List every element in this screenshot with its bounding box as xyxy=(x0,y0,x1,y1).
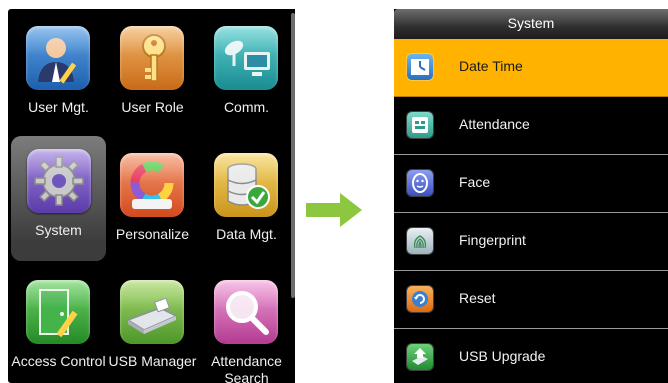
usb-upgrade-icon xyxy=(407,344,433,370)
main-menu-screen: User Mgt. User Role Comm. System Persona… xyxy=(8,9,295,383)
tile-access-control[interactable]: Access Control xyxy=(11,267,106,383)
user-icon xyxy=(26,26,90,90)
tile-data-mgt[interactable]: Data Mgt. xyxy=(199,140,294,260)
menu-item-usb-upgrade[interactable]: USB Upgrade xyxy=(394,329,668,383)
tile-system[interactable]: System xyxy=(11,136,106,261)
title-bar: System xyxy=(394,9,668,39)
transition-arrow xyxy=(306,193,362,232)
magnifier-icon xyxy=(214,280,278,344)
tile-label: Attendance Search xyxy=(211,353,282,383)
page-title: System xyxy=(507,15,555,31)
menu-item-label: Fingerprint xyxy=(459,232,526,248)
tile-label: USB Manager xyxy=(108,353,197,369)
usb-drive-icon xyxy=(120,280,184,344)
tile-label: User Mgt. xyxy=(28,99,89,115)
face-icon xyxy=(407,170,433,196)
tile-usb-manager[interactable]: USB Manager xyxy=(105,267,200,383)
tile-label: Access Control xyxy=(11,353,106,369)
menu-item-label: USB Upgrade xyxy=(459,348,546,364)
tile-user-role[interactable]: User Role xyxy=(105,13,200,133)
main-menu-scrollbar[interactable] xyxy=(291,9,295,383)
clock-icon xyxy=(407,54,433,80)
tile-user-mgt[interactable]: User Mgt. xyxy=(11,13,106,133)
menu-item-face[interactable]: Face xyxy=(394,155,668,213)
key-icon xyxy=(120,26,184,90)
menu-item-label: Date Time xyxy=(459,58,523,74)
tile-comm[interactable]: Comm. xyxy=(199,13,294,133)
tile-label: System xyxy=(35,222,82,238)
menu-item-date-time[interactable]: Date Time xyxy=(394,39,668,97)
menu-item-fingerprint[interactable]: Fingerprint xyxy=(394,213,668,271)
menu-item-label: Attendance xyxy=(459,116,530,132)
door-icon xyxy=(26,280,90,344)
database-icon xyxy=(214,153,278,217)
menu-item-label: Reset xyxy=(459,290,496,306)
system-menu-screen: System Date Time Attendance Face Fingerp… xyxy=(394,9,668,383)
reset-icon xyxy=(407,286,433,312)
tile-attendance-search[interactable]: Attendance Search xyxy=(199,267,294,383)
tile-personalize[interactable]: Personalize xyxy=(105,140,200,260)
menu-item-attendance[interactable]: Attendance xyxy=(394,97,668,155)
tile-label: Personalize xyxy=(115,226,190,242)
menu-item-label: Face xyxy=(459,174,491,190)
tile-label: User Role xyxy=(121,99,184,115)
scrollbar-thumb[interactable] xyxy=(291,13,295,298)
menu-item-reset[interactable]: Reset xyxy=(394,271,668,329)
tile-label: Comm. xyxy=(223,99,270,115)
fingerprint-icon xyxy=(407,228,433,254)
attendance-icon xyxy=(407,112,433,138)
color-wheel-icon xyxy=(120,153,184,217)
network-icon xyxy=(214,26,278,90)
gear-icon xyxy=(27,149,91,213)
tile-label: Data Mgt. xyxy=(216,226,277,242)
